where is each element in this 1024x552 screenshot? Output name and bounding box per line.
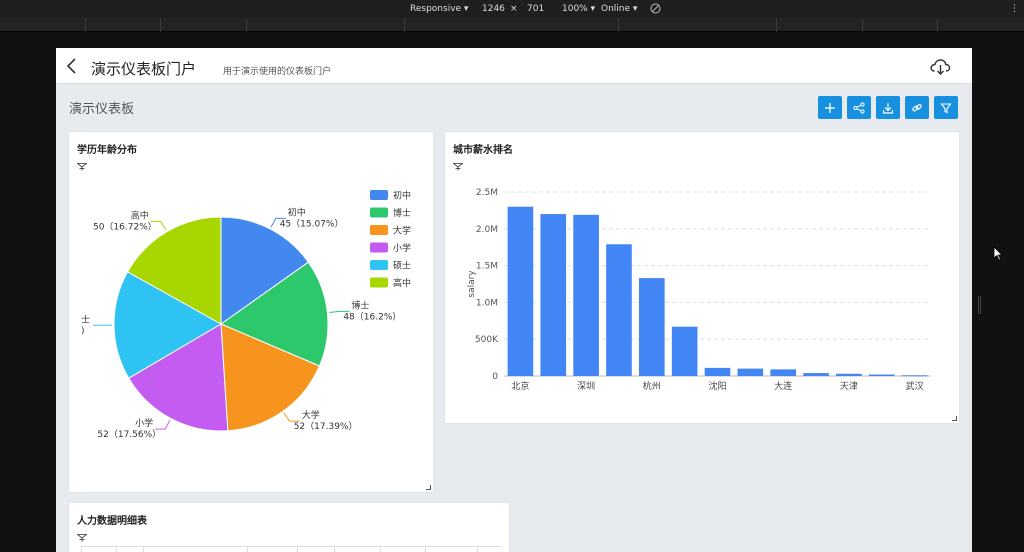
portal-header: 演示仪表板门户 用于演示使用的仪表板门户 (56, 48, 972, 84)
resize-handle[interactable] (426, 485, 431, 490)
rotate-icon[interactable] (650, 3, 662, 14)
y-tick-label: 500K (475, 335, 499, 345)
share-icon (853, 101, 865, 114)
bar (770, 369, 797, 376)
dashboard-title: 演示仪表板 (69, 102, 135, 117)
mouse-cursor-icon (993, 246, 1003, 265)
bar-chart-card: 城市薪水排名 0 500K 1.0M 1.5M 2.0M 2.5M salary 北京 深圳 杭州… (445, 132, 959, 423)
x-tick-label: 深圳 (577, 381, 595, 392)
network-select[interactable]: Online ▾ (601, 4, 637, 14)
bar (638, 278, 665, 376)
legend-label: 小学 (393, 242, 411, 254)
filter-button[interactable] (934, 96, 958, 119)
pie-label-clipped: ) (81, 326, 85, 336)
add-button[interactable] (818, 96, 842, 119)
bar (737, 368, 764, 376)
x-tick-label: 大连 (774, 380, 792, 392)
x-tick-label: 天津 (840, 381, 858, 392)
device-select[interactable]: Responsive ▾ (410, 4, 468, 14)
legend-swatch (370, 242, 388, 253)
bar-chart: 0 500K 1.0M 1.5M 2.0M 2.5M salary 北京 深圳 杭州 沈阳 大连 天津 武… (467, 188, 931, 392)
devtools-side-area (972, 32, 1024, 552)
pie-label-value: 52（17.56%） (97, 429, 161, 440)
y-tick-label: 1.0M (476, 298, 498, 308)
plus-icon (825, 102, 835, 113)
pie-chart: 初中45（15.07%）博士48（16.2%）大学52（17.39%）小学52（… (81, 190, 411, 441)
x-tick-label: 杭州 (643, 380, 661, 392)
legend-label: 大学 (393, 225, 411, 237)
legend-swatch (370, 277, 388, 288)
bar (671, 326, 698, 376)
download-icon (882, 102, 894, 114)
legend-swatch (370, 260, 388, 270)
bar (704, 367, 731, 376)
resize-handle[interactable] (952, 416, 957, 421)
bar (573, 214, 599, 376)
x-tick-label: 武汉 (906, 380, 924, 392)
pie-label-name: 小学 (135, 417, 153, 429)
back-icon[interactable] (64, 56, 80, 76)
legend-swatch (370, 190, 388, 200)
legend-label: 初中 (393, 190, 411, 202)
card-title: 人力数据明细表 (77, 516, 147, 527)
pie-label-name: 大学 (302, 409, 320, 421)
table-card: 人力数据明细表 (69, 503, 509, 552)
legend-swatch (370, 225, 388, 235)
pie-label-value: 52（17.39%） (294, 421, 358, 432)
y-tick-label: 2.5M (476, 188, 498, 198)
zoom-select[interactable]: 100% ▾ (562, 4, 595, 14)
legend-label: 高中 (393, 277, 411, 289)
pie-label-value: 45（15.07%） (280, 218, 344, 229)
bar (540, 214, 567, 376)
link-button[interactable] (905, 96, 929, 119)
y-axis-label: salary (467, 270, 477, 298)
portal-subtitle: 用于演示使用的仪表板门户 (223, 67, 332, 77)
height-input[interactable]: 701 (527, 4, 544, 14)
pie-label-clipped: 士 (81, 313, 90, 325)
viewport-resize-handle[interactable] (978, 296, 981, 314)
bar (606, 244, 632, 376)
cloud-download-icon[interactable] (929, 57, 951, 77)
y-tick-label: 1.5M (476, 262, 498, 272)
bar (803, 373, 829, 376)
share-button[interactable] (847, 96, 871, 119)
pie-label-name: 初中 (288, 206, 306, 218)
bar (868, 374, 895, 376)
y-tick-label: 2.0M (476, 225, 498, 235)
pie-leader-line (283, 412, 300, 422)
filter-icon (940, 102, 952, 113)
pie-label-name: 博士 (351, 299, 369, 311)
pie-label-value: 48（16.2%） (343, 311, 401, 322)
pie-chart-card: 学历年龄分布 初中 45（15.07%） 博士 48（16.2%） 大学 52（17.39… (69, 132, 433, 492)
bar (836, 373, 862, 376)
x-tick-label: 北京 (511, 380, 529, 392)
table-header-border (81, 546, 501, 547)
bar (901, 375, 928, 377)
media-query-ruler (0, 18, 1024, 32)
devtools-toolbar: Responsive ▾ 1246 × 701 100% ▾ Online ▾ … (0, 0, 1024, 18)
more-menu-icon[interactable]: ⋮ (1010, 4, 1019, 14)
pie-label-value: 50（16.72%） (93, 221, 157, 232)
portal-title: 演示仪表板门户 (91, 60, 197, 78)
bar (507, 206, 534, 376)
dimension-separator: × (510, 4, 518, 14)
legend-label: 博士 (393, 207, 411, 219)
card-menu-icon[interactable] (76, 527, 88, 542)
pie-label-name: 高中 (131, 209, 149, 221)
width-input[interactable]: 1246 (482, 4, 505, 14)
download-button[interactable] (876, 96, 900, 119)
legend-label: 硕士 (393, 260, 411, 272)
x-tick-label: 沈阳 (708, 380, 726, 392)
y-tick-label: 0 (492, 372, 498, 382)
legend-swatch (370, 207, 388, 218)
pie-leader-line (155, 420, 171, 430)
page-viewport: 演示仪表板门户 用于演示使用的仪表板门户 演示仪表板 学历年龄分布 初中 45（1… (56, 48, 972, 552)
link-icon (912, 103, 922, 111)
